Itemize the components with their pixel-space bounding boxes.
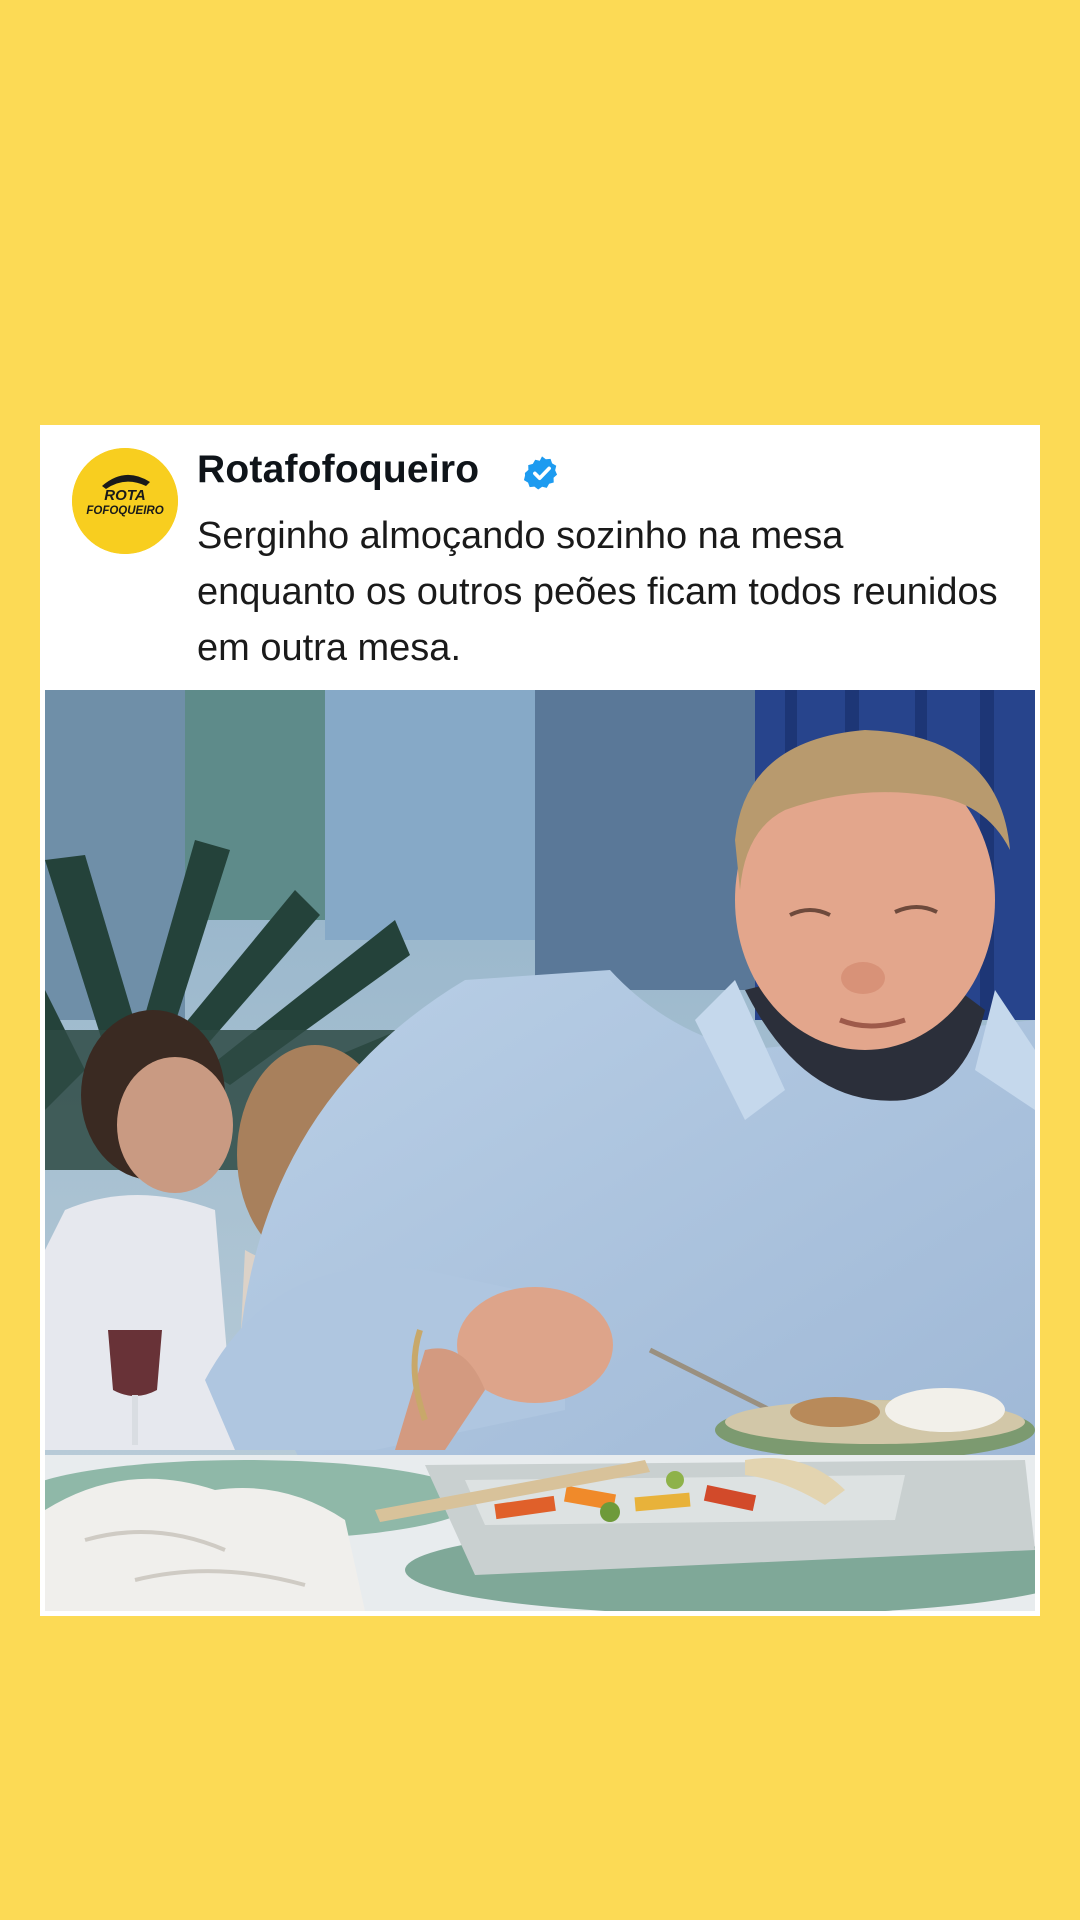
video-frame-image [45, 690, 1035, 1611]
post-card[interactable]: ROTA FOFOQUEIRO Rotafofoqueiro Serginho … [40, 425, 1040, 1616]
svg-text:FOFOQUEIRO: FOFOQUEIRO [86, 505, 163, 517]
verified-badge-icon [523, 456, 558, 490]
avatar[interactable]: ROTA FOFOQUEIRO [72, 448, 178, 554]
account-name[interactable]: Rotafofoqueiro [197, 447, 479, 494]
post-text: Serginho almoçando sozinho na mesa enqua… [197, 515, 998, 669]
svg-text:ROTA: ROTA [104, 487, 145, 504]
post-video[interactable] [45, 690, 1035, 1611]
rota-fofoqueiro-logo-icon: ROTA FOFOQUEIRO [72, 448, 178, 554]
